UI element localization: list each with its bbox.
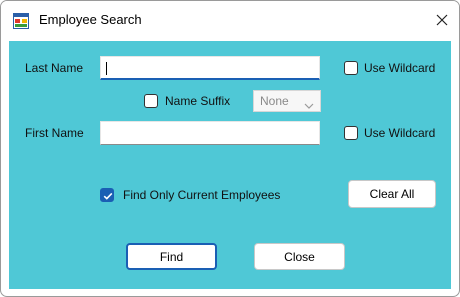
- app-window-icon: [13, 13, 29, 29]
- first-name-label: First Name: [25, 126, 84, 140]
- find-button[interactable]: Find: [126, 243, 217, 270]
- window-title: Employee Search: [39, 12, 142, 27]
- first-name-input[interactable]: [100, 121, 320, 145]
- close-window-button[interactable]: [429, 7, 455, 33]
- name-suffix-label: Name Suffix: [165, 94, 231, 108]
- last-name-wildcard-checkbox[interactable]: [344, 61, 358, 75]
- text-caret: [106, 62, 107, 75]
- employee-search-window: Employee Search Last Name Use Wildcard N…: [0, 0, 460, 297]
- name-suffix-dropdown[interactable]: None: [253, 90, 321, 112]
- last-name-field[interactable]: [101, 57, 319, 78]
- chevron-down-icon: [304, 98, 314, 112]
- search-form: Last Name Use Wildcard Name Suffix None …: [9, 41, 451, 289]
- last-name-label: Last Name: [25, 61, 84, 75]
- last-name-input[interactable]: [100, 56, 320, 80]
- checkmark-icon: [103, 192, 113, 200]
- title-bar: Employee Search: [1, 1, 459, 41]
- name-suffix-checkbox[interactable]: [144, 94, 158, 108]
- current-employees-checkbox[interactable]: [100, 188, 114, 202]
- name-suffix-selected: None: [260, 94, 289, 108]
- close-button[interactable]: Close: [254, 243, 345, 270]
- clear-all-button[interactable]: Clear All: [348, 180, 436, 208]
- last-name-wildcard-label: Use Wildcard: [364, 61, 436, 75]
- first-name-wildcard-label: Use Wildcard: [364, 126, 436, 140]
- close-icon: [436, 14, 448, 26]
- first-name-field[interactable]: [101, 122, 319, 144]
- current-employees-label: Find Only Current Employees: [123, 188, 281, 202]
- first-name-wildcard-checkbox[interactable]: [344, 126, 358, 140]
